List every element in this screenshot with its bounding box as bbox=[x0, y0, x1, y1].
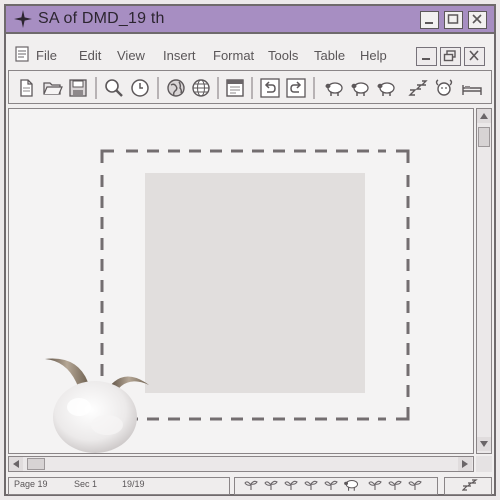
menu-table[interactable]: Table bbox=[314, 48, 345, 63]
sleep-zzz-icon bbox=[462, 479, 478, 491]
window-title: SA of DMD_19 th bbox=[38, 10, 165, 27]
sprout-icon bbox=[284, 480, 298, 490]
menu-bar: File Edit View Insert Format Tools Table… bbox=[6, 38, 494, 68]
close-icon bbox=[469, 50, 479, 61]
scroll-right-arrow-icon[interactable] bbox=[458, 457, 472, 471]
toolbar-separator bbox=[313, 77, 315, 99]
search-icon[interactable] bbox=[103, 77, 125, 99]
status-section: Sec 1 bbox=[74, 479, 98, 489]
document-canvas[interactable] bbox=[8, 108, 474, 454]
scroll-up-arrow-icon[interactable] bbox=[477, 109, 491, 123]
menu-help[interactable]: Help bbox=[360, 48, 387, 63]
status-page: Page 19 bbox=[14, 479, 48, 489]
scroll-left-arrow-icon[interactable] bbox=[9, 457, 23, 471]
sheep-icon bbox=[344, 480, 359, 491]
title-bar[interactable]: SA of DMD_19 th bbox=[6, 6, 494, 34]
minimize-button[interactable] bbox=[420, 11, 439, 29]
open-folder-icon[interactable] bbox=[41, 77, 63, 99]
horizontal-scrollbar[interactable] bbox=[8, 456, 474, 472]
sprout-icon bbox=[388, 480, 402, 490]
minimize-icon bbox=[425, 22, 433, 24]
sprout-icon bbox=[244, 480, 258, 490]
clock-icon[interactable] bbox=[129, 77, 151, 99]
horizontal-scroll-thumb[interactable] bbox=[27, 458, 45, 470]
scroll-down-arrow-icon[interactable] bbox=[477, 437, 491, 451]
menu-format[interactable]: Format bbox=[213, 48, 254, 63]
redo-icon[interactable] bbox=[285, 77, 307, 99]
sleep-zzz-icon[interactable] bbox=[407, 77, 429, 99]
bed-icon[interactable] bbox=[461, 77, 483, 99]
scroll-corner bbox=[476, 456, 492, 472]
sprout-icon bbox=[304, 480, 318, 490]
toolbar-separator bbox=[157, 77, 159, 99]
sprout-icon bbox=[264, 480, 278, 490]
new-document-icon[interactable] bbox=[15, 77, 37, 99]
sparkle-icon bbox=[14, 10, 32, 28]
doc-minimize-button[interactable] bbox=[416, 47, 437, 66]
toolbar bbox=[8, 70, 492, 104]
restore-icon bbox=[443, 50, 456, 62]
vertical-scroll-thumb[interactable] bbox=[478, 127, 490, 147]
minimize-icon bbox=[422, 58, 430, 60]
sheep-icon[interactable] bbox=[349, 77, 371, 99]
grid-globe-icon[interactable] bbox=[190, 77, 212, 99]
sheep-face-icon[interactable] bbox=[433, 77, 455, 99]
document-icon bbox=[15, 46, 29, 62]
app-window: SA of DMD_19 th File Edit View Insert Fo… bbox=[4, 4, 496, 496]
menu-file[interactable]: File bbox=[36, 48, 57, 63]
status-page-count: 19/19 bbox=[122, 479, 145, 489]
toolbar-separator bbox=[95, 77, 97, 99]
save-icon[interactable] bbox=[67, 77, 89, 99]
vertical-scrollbar[interactable] bbox=[476, 108, 492, 454]
sheep-icon[interactable] bbox=[375, 77, 397, 99]
window-icon[interactable] bbox=[224, 77, 246, 99]
menu-view[interactable]: View bbox=[117, 48, 145, 63]
menu-insert[interactable]: Insert bbox=[163, 48, 196, 63]
menu-edit[interactable]: Edit bbox=[79, 48, 101, 63]
globe-icon[interactable] bbox=[165, 77, 187, 99]
image-placeholder bbox=[145, 173, 365, 393]
close-icon bbox=[472, 14, 482, 24]
toolbar-separator bbox=[217, 77, 219, 99]
sprout-icon bbox=[368, 480, 382, 490]
sheep-icon[interactable] bbox=[323, 77, 345, 99]
close-button[interactable] bbox=[468, 11, 487, 29]
maximize-button[interactable] bbox=[444, 11, 463, 29]
maximize-icon bbox=[447, 14, 459, 24]
toolbar-separator bbox=[251, 77, 253, 99]
menu-tools[interactable]: Tools bbox=[268, 48, 298, 63]
status-bar: Page 19 Sec 1 19/19 bbox=[6, 474, 494, 496]
sprout-icon bbox=[408, 480, 422, 490]
goat-sticker bbox=[45, 358, 149, 453]
undo-icon[interactable] bbox=[259, 77, 281, 99]
doc-close-button[interactable] bbox=[464, 47, 485, 66]
sprout-icon bbox=[324, 480, 338, 490]
doc-restore-button[interactable] bbox=[440, 47, 461, 66]
